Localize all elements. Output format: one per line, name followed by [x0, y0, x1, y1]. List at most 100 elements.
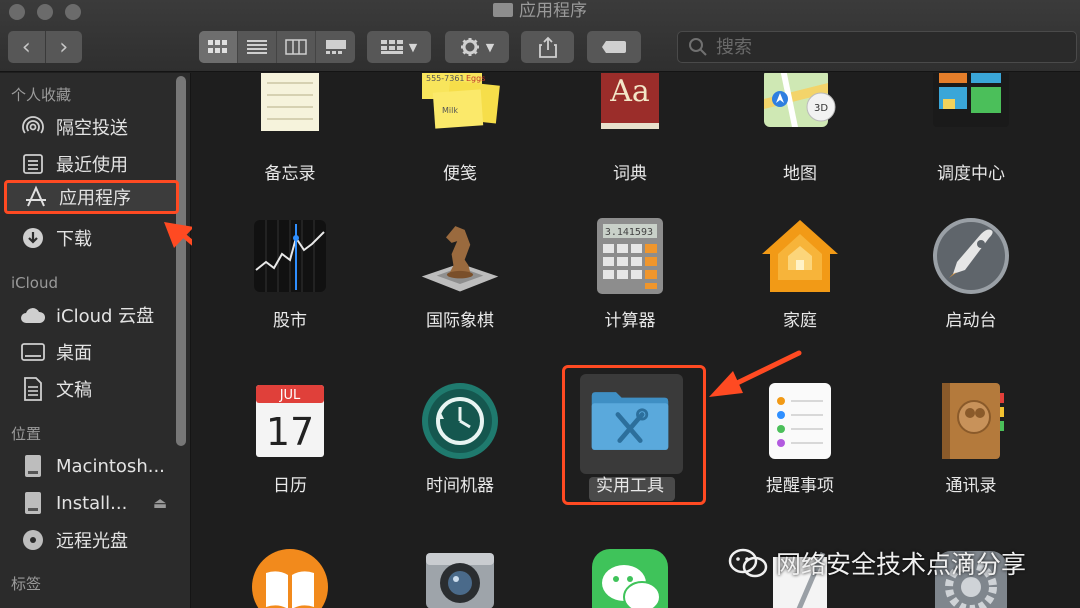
sidebar-item-install[interactable]: Install... ⏏ [20, 486, 175, 520]
app-label: 提醒事项 [766, 476, 834, 496]
app-label: 备忘录 [264, 164, 316, 184]
app-time-machine[interactable]: 时间机器 [385, 379, 535, 496]
eject-icon[interactable]: ⏏ [153, 494, 167, 512]
documents-icon [20, 376, 46, 402]
app-calendar[interactable]: JUL 17 日历 [215, 379, 365, 496]
app-chess[interactable]: 国际象棋 [385, 214, 535, 331]
section-favorites: 个人收藏 [11, 86, 72, 104]
chevron-left-icon: ‹ [21, 34, 31, 60]
sticky-note-text: Milk [442, 106, 458, 115]
back-button[interactable]: ‹ [8, 31, 46, 63]
recents-icon [20, 151, 46, 177]
group-by-button[interactable]: ▼ [367, 31, 431, 63]
section-icloud: iCloud [11, 274, 59, 292]
books-app-icon [248, 543, 332, 608]
sidebar-item-macintosh-hd[interactable]: Macintosh... [20, 449, 175, 483]
sidebar-item-desktop[interactable]: 桌面 [20, 335, 175, 369]
sidebar-item-remote-disc[interactable]: 远程光盘 [20, 523, 175, 557]
icon-grid-icon [208, 40, 227, 53]
chevron-down-icon: ▼ [485, 40, 495, 54]
sidebar-item-documents[interactable]: 文稿 [20, 372, 175, 406]
app-wechat[interactable] [555, 543, 705, 608]
group-grid-icon [380, 40, 403, 54]
section-tags: 标签 [11, 575, 42, 593]
app-image-capture[interactable] [385, 543, 535, 608]
cd-icon [20, 527, 46, 553]
app-label: 启动台 [945, 311, 997, 331]
folder-utilities[interactable]: 实用工具 [555, 379, 705, 496]
search-icon [689, 38, 707, 56]
app-label: 实用工具 [596, 476, 664, 496]
icon-view-button[interactable] [199, 31, 238, 63]
chevron-right-icon: › [59, 34, 69, 60]
image-capture-app-icon [418, 543, 502, 608]
sidebar-item-label: 桌面 [56, 343, 92, 364]
forward-button[interactable]: › [46, 31, 83, 63]
search-field[interactable] [677, 31, 1077, 63]
calendar-month: JUL [279, 388, 301, 403]
sticky-note-text: 555-7361 [426, 74, 465, 83]
sidebar-item-label: 下载 [56, 229, 92, 250]
app-label: 地图 [783, 164, 817, 184]
sidebar-item-applications[interactable]: 应用程序 [4, 180, 179, 214]
app-home[interactable]: 家庭 [725, 214, 875, 331]
app-mission-control[interactable]: 调度中心 [896, 73, 1046, 184]
window-title-text: 应用程序 [519, 1, 587, 21]
dictionary-glyph: Aa [609, 74, 650, 109]
maps-3d-glyph: 3D [814, 103, 828, 114]
utilities-folder-icon [588, 379, 672, 463]
app-launchpad[interactable]: 启动台 [896, 214, 1046, 331]
sidebar-item-label: 远程光盘 [56, 531, 128, 552]
app-label: 家庭 [783, 311, 817, 331]
chess-app-icon [418, 214, 502, 298]
sidebar-item-label: Macintosh... [56, 455, 165, 477]
sidebar-item-downloads[interactable]: 下载 [20, 221, 175, 255]
gallery-view-button[interactable] [316, 31, 355, 63]
airdrop-icon [20, 114, 46, 140]
notes-app-icon [248, 73, 332, 151]
app-label: 计算器 [604, 311, 656, 331]
app-books[interactable] [215, 543, 365, 608]
app-maps[interactable]: 3D 地图 [725, 73, 875, 184]
sidebar-item-recents[interactable]: 最近使用 [20, 147, 175, 181]
app-label: 国际象棋 [426, 311, 494, 331]
share-button[interactable] [521, 31, 574, 63]
app-stocks[interactable]: 股市 [215, 214, 365, 331]
calculator-display: 3.141593 [605, 227, 653, 238]
sidebar-item-label: 文稿 [56, 380, 92, 401]
stickies-app-icon: 555-7361 Eggs Milk [418, 73, 502, 151]
app-label: 日历 [273, 476, 307, 496]
gallery-icon [325, 40, 346, 54]
chevron-down-icon: ▼ [408, 40, 418, 54]
action-menu-button[interactable]: ▼ [445, 31, 509, 63]
sidebar-item-label: 应用程序 [59, 188, 131, 209]
mission-control-app-icon [929, 73, 1013, 151]
gear-icon [460, 38, 479, 56]
icloud-icon [20, 302, 46, 328]
column-view-button[interactable] [277, 31, 316, 63]
wechat-logo-icon [728, 548, 768, 578]
app-dictionary[interactable]: Aa 词典 [555, 73, 705, 184]
applications-icon [23, 184, 49, 210]
search-input[interactable] [716, 36, 1056, 58]
file-grid: 备忘录 555-7361 Eggs Milk 便笺 Aa 词典 3D 地图 调度… [192, 73, 1080, 608]
section-locations: 位置 [11, 425, 42, 443]
watermark-text: 网络安全技术点滴分享 [776, 550, 1027, 579]
list-view-button[interactable] [238, 31, 277, 63]
app-notes[interactable]: 备忘录 [215, 73, 365, 184]
app-calculator[interactable]: 3.141593 计算器 [555, 214, 705, 331]
sidebar-item-label: iCloud 云盘 [56, 306, 155, 327]
app-label: 股市 [273, 311, 307, 331]
app-stickies[interactable]: 555-7361 Eggs Milk 便笺 [385, 73, 535, 184]
time-machine-app-icon [418, 379, 502, 463]
app-contacts[interactable]: 通讯录 [896, 379, 1046, 496]
sidebar-item-airdrop[interactable]: 隔空投送 [20, 110, 175, 144]
tags-button[interactable] [587, 31, 641, 63]
toolbar: 应用程序 ‹ › ▼ ▼ [0, 0, 1080, 72]
calendar-app-icon: JUL 17 [248, 379, 332, 463]
stocks-app-icon [248, 214, 332, 298]
sidebar-item-icloud-drive[interactable]: iCloud 云盘 [20, 298, 175, 332]
view-mode-group [199, 31, 355, 63]
downloads-icon [20, 225, 46, 251]
app-label: 时间机器 [426, 476, 494, 496]
